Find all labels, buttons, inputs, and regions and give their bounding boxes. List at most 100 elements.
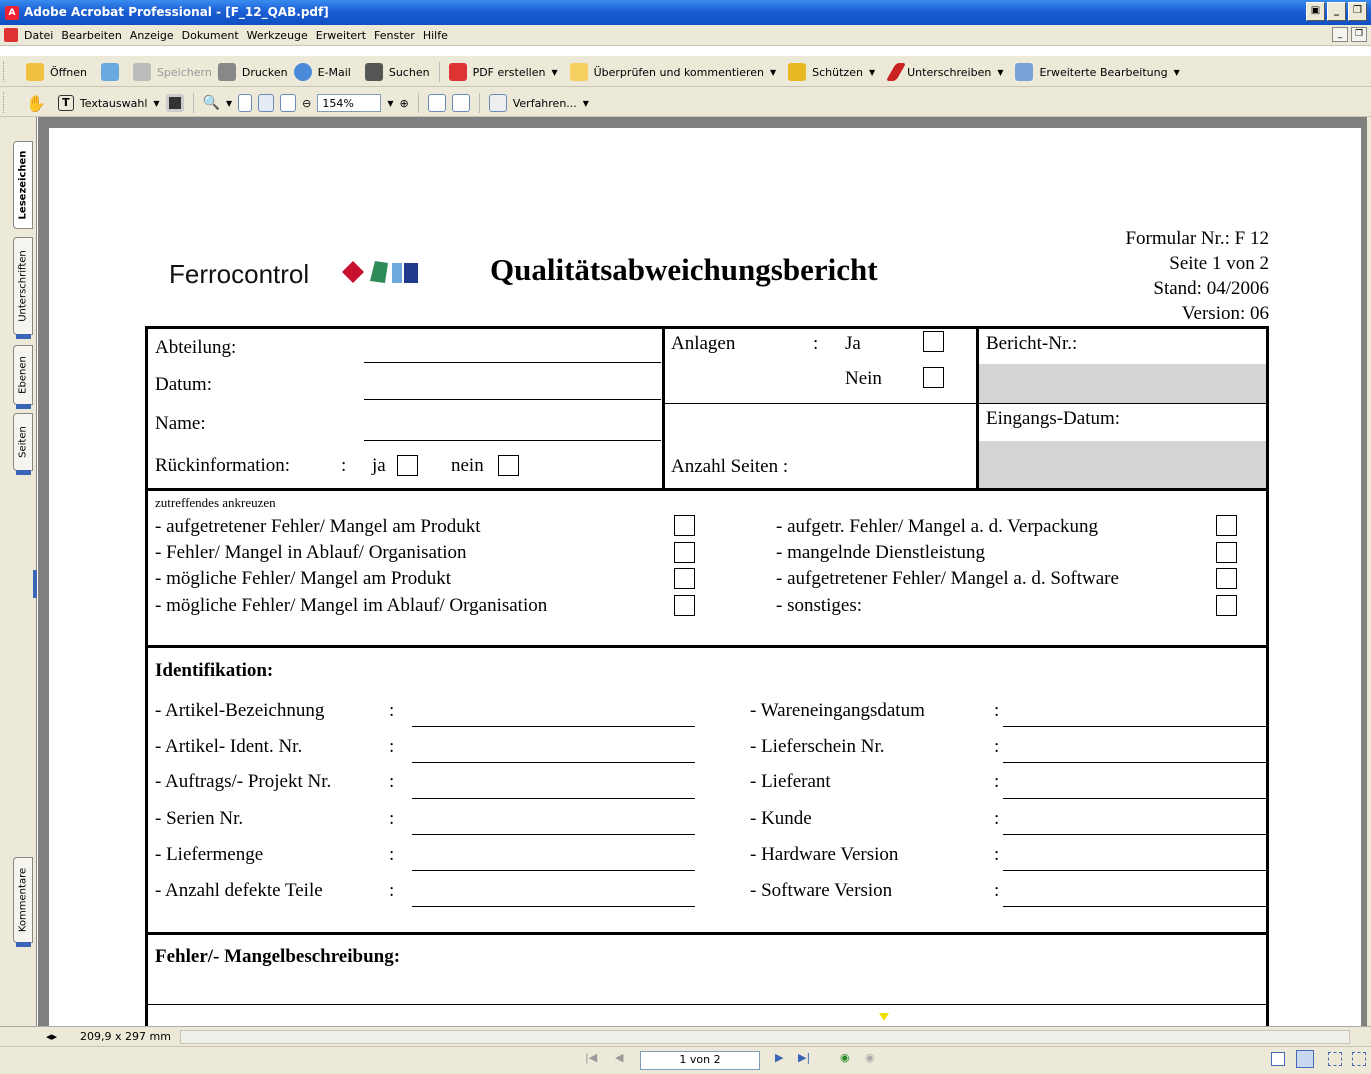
chevron-down-icon[interactable]: ▼ xyxy=(583,99,589,108)
hand-tool-icon[interactable]: ✋ xyxy=(26,94,46,113)
restore-window-icon[interactable]: ▣ xyxy=(1306,2,1325,21)
first-page-icon[interactable]: |◀ xyxy=(585,1051,597,1064)
check-left-1-checkbox[interactable] xyxy=(674,515,695,536)
chevron-down-icon[interactable]: ▼ xyxy=(226,99,232,108)
minimize-button[interactable]: _ xyxy=(1327,2,1346,21)
tab-ebenen[interactable]: Ebenen xyxy=(13,345,33,409)
secure-button[interactable]: Schützen xyxy=(812,66,863,79)
anlagen-nein-checkbox[interactable] xyxy=(923,367,944,388)
menu-werkzeuge[interactable]: Werkzeuge xyxy=(247,29,308,42)
review-icon[interactable] xyxy=(569,63,588,81)
fit-page-icon[interactable] xyxy=(258,94,275,112)
menu-datei[interactable]: Datei xyxy=(24,29,53,42)
artikel-bezeichnung-field[interactable] xyxy=(412,726,695,727)
procedures-button[interactable]: Verfahren... xyxy=(513,97,577,110)
page-number-field[interactable]: 1 von 2 xyxy=(640,1051,760,1070)
tab-unterschriften[interactable]: Unterschriften xyxy=(13,237,33,339)
lieferschein-field[interactable] xyxy=(1003,762,1267,763)
fit-width-icon[interactable] xyxy=(280,94,297,112)
check-left-3-checkbox[interactable] xyxy=(674,568,695,589)
menu-hilfe[interactable]: Hilfe xyxy=(423,29,448,42)
artikel-ident-field[interactable] xyxy=(412,762,695,763)
single-page-icon[interactable] xyxy=(1271,1052,1285,1066)
tab-lesezeichen[interactable]: Lesezeichen xyxy=(13,141,33,229)
auftrag-field[interactable] xyxy=(412,798,695,799)
last-page-icon[interactable]: ▶| xyxy=(798,1051,810,1064)
menu-fenster[interactable]: Fenster xyxy=(374,29,415,42)
tab-seiten[interactable]: Seiten xyxy=(13,413,33,475)
defect-description-field[interactable] xyxy=(148,1004,1266,1005)
zoom-field[interactable]: 154% xyxy=(317,94,382,112)
next-page-icon[interactable]: ▶ xyxy=(775,1051,783,1064)
doc-restore-button[interactable]: ❐ xyxy=(1351,27,1367,42)
document-menu-icon[interactable] xyxy=(4,28,18,42)
chevron-down-icon[interactable]: ▼ xyxy=(1174,68,1180,77)
rotate-counterclockwise-icon[interactable] xyxy=(451,94,470,112)
email-button[interactable]: E-Mail xyxy=(318,66,351,79)
binoculars-icon[interactable] xyxy=(364,63,383,81)
review-button[interactable]: Überprüfen und kommentieren xyxy=(594,66,764,79)
open-button[interactable]: Öffnen xyxy=(50,66,87,79)
maximize-button[interactable]: ❐ xyxy=(1348,2,1367,21)
lieferant-field[interactable] xyxy=(1003,798,1267,799)
check-right-2-checkbox[interactable] xyxy=(1216,542,1237,563)
page-size-toggle-icon[interactable]: ◂▸ xyxy=(46,1030,57,1043)
liefermenge-field[interactable] xyxy=(412,870,695,871)
bericht-nr-field[interactable] xyxy=(979,364,1266,403)
anlagen-ja-checkbox[interactable] xyxy=(923,331,944,352)
continuous-facing-icon[interactable] xyxy=(1352,1052,1366,1066)
print-icon[interactable] xyxy=(217,63,236,81)
pen-icon[interactable] xyxy=(885,63,907,81)
print-button[interactable]: Drucken xyxy=(242,66,288,79)
search-button[interactable]: Suchen xyxy=(389,66,430,79)
rueck-ja-checkbox[interactable] xyxy=(397,455,418,476)
advanced-editing-icon[interactable] xyxy=(1015,63,1034,81)
zoom-in-tool-icon[interactable]: 🔍 xyxy=(203,95,220,111)
chevron-down-icon[interactable]: ▼ xyxy=(153,99,159,108)
defekte-teile-field[interactable] xyxy=(412,906,695,907)
zoom-in-icon[interactable]: ⊕ xyxy=(400,97,409,110)
check-left-2-checkbox[interactable] xyxy=(674,542,695,563)
menu-erweitert[interactable]: Erweitert xyxy=(316,29,366,42)
zoom-out-icon[interactable]: ⊖ xyxy=(302,97,311,110)
datum-field[interactable] xyxy=(364,399,661,400)
advanced-button[interactable]: Erweiterte Bearbeitung xyxy=(1039,66,1167,79)
continuous-icon[interactable] xyxy=(1296,1050,1314,1068)
rueck-nein-checkbox[interactable] xyxy=(498,455,519,476)
chevron-down-icon[interactable]: ▼ xyxy=(387,99,393,108)
text-select-button[interactable]: Textauswahl xyxy=(80,97,147,110)
eingangs-datum-field[interactable] xyxy=(979,441,1266,488)
tab-kommentare[interactable]: Kommentare xyxy=(13,857,33,947)
chevron-down-icon[interactable]: ▼ xyxy=(551,68,557,77)
abteilung-field[interactable] xyxy=(364,362,661,363)
create-pdf-icon[interactable] xyxy=(448,63,467,81)
actual-size-icon[interactable] xyxy=(238,94,253,112)
menu-bearbeiten[interactable]: Bearbeiten xyxy=(61,29,121,42)
chevron-down-icon[interactable]: ▼ xyxy=(770,68,776,77)
go-back-icon[interactable]: ◉ xyxy=(840,1051,850,1064)
open-icon[interactable] xyxy=(26,63,44,81)
vertical-scrollbar[interactable] xyxy=(1367,117,1371,1026)
chevron-down-icon[interactable]: ▼ xyxy=(997,68,1003,77)
menu-dokument[interactable]: Dokument xyxy=(182,29,239,42)
check-right-3-checkbox[interactable] xyxy=(1216,568,1237,589)
wareneingang-field[interactable] xyxy=(1003,726,1267,727)
text-select-icon[interactable]: T xyxy=(57,95,74,111)
navigation-pane-splitter[interactable] xyxy=(33,570,37,598)
create-pdf-button[interactable]: PDF erstellen xyxy=(473,66,546,79)
organizer-icon[interactable] xyxy=(100,63,119,81)
sign-button[interactable]: Unterschreiben xyxy=(907,66,991,79)
previous-page-icon[interactable]: ◀ xyxy=(615,1051,623,1064)
name-field[interactable] xyxy=(364,440,661,441)
email-icon[interactable] xyxy=(293,63,312,81)
horizontal-scrollbar[interactable] xyxy=(180,1030,1350,1044)
menu-anzeige[interactable]: Anzeige xyxy=(130,29,174,42)
serien-field[interactable] xyxy=(412,834,695,835)
chevron-down-icon[interactable]: ▼ xyxy=(869,68,875,77)
check-right-1-checkbox[interactable] xyxy=(1216,515,1237,536)
rotate-clockwise-icon[interactable] xyxy=(427,94,446,112)
check-right-4-checkbox[interactable] xyxy=(1216,595,1237,616)
doc-minimize-button[interactable]: _ xyxy=(1332,27,1348,42)
lock-icon[interactable] xyxy=(788,63,807,81)
check-left-4-checkbox[interactable] xyxy=(674,595,695,616)
